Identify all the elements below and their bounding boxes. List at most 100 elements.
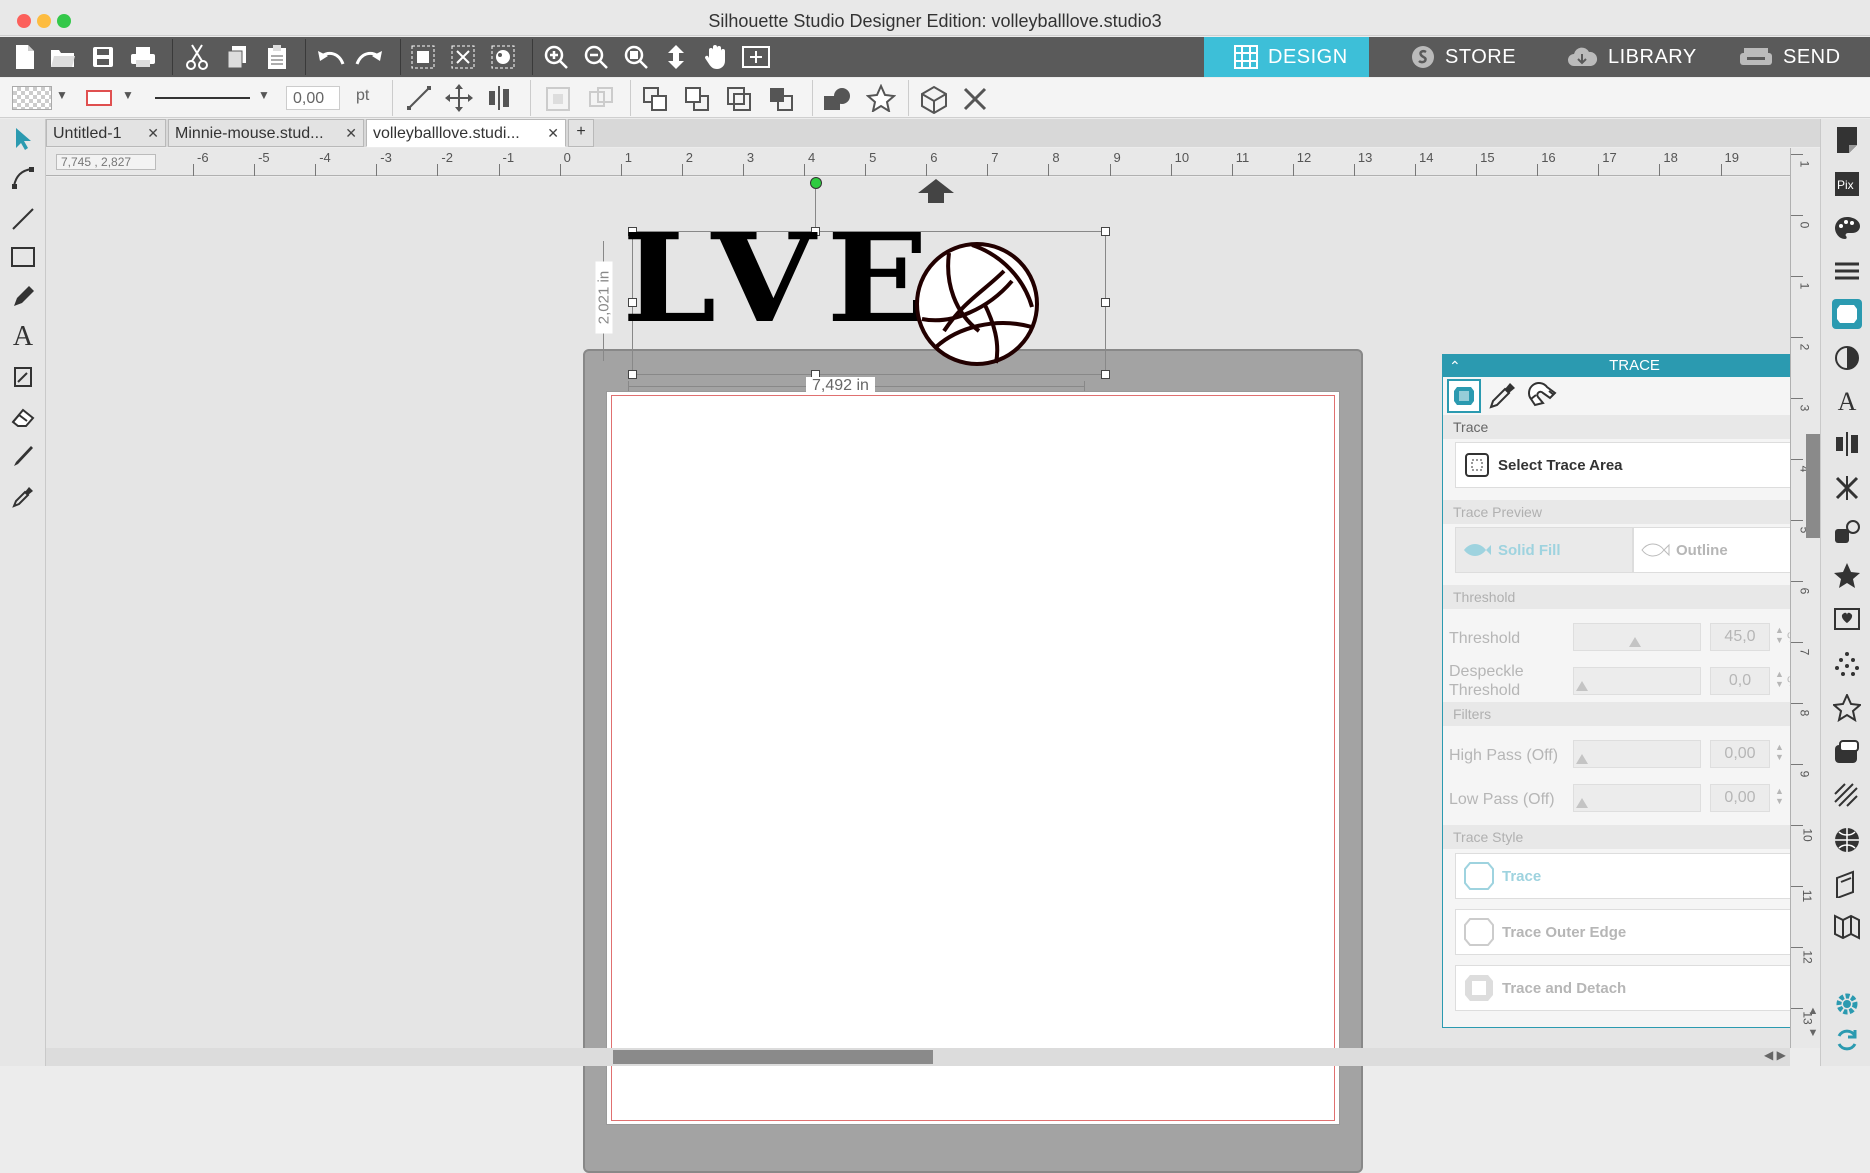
bring-to-front-icon[interactable] (642, 86, 670, 117)
edit-points-icon[interactable] (9, 163, 37, 191)
line-width-input[interactable]: 0,00 (286, 86, 340, 110)
line-tool-icon[interactable] (405, 84, 433, 117)
group-icon[interactable] (408, 42, 438, 72)
replicate-panel-icon[interactable] (1832, 517, 1862, 547)
tab-send[interactable]: SEND (1704, 37, 1870, 77)
send-to-back-icon[interactable] (684, 86, 712, 117)
text-icon[interactable]: A (9, 321, 37, 352)
trace-tab-icon[interactable] (1447, 379, 1481, 413)
bring-forward-icon[interactable] (726, 86, 754, 117)
low-pass-slider[interactable] (1573, 784, 1701, 812)
open-folder-icon[interactable] (48, 42, 78, 72)
zoom-out-icon[interactable] (581, 42, 611, 72)
eyedropper-tab-icon[interactable] (1487, 381, 1517, 416)
pixscan-icon[interactable]: Pix (1832, 169, 1862, 199)
close-tab-icon[interactable]: ✕ (547, 125, 559, 142)
tab-design[interactable]: DESIGN (1204, 37, 1369, 77)
copy-icon[interactable] (222, 42, 252, 72)
volleyball-image[interactable] (914, 241, 1040, 372)
library-book-icon[interactable] (1832, 869, 1862, 899)
collapse-icon[interactable]: ⌃ (1449, 355, 1461, 377)
knife-icon[interactable] (9, 443, 37, 471)
eraser-icon[interactable] (9, 403, 37, 431)
horizontal-scrollbar-thumb[interactable] (613, 1050, 933, 1064)
threshold-slider[interactable] (1573, 623, 1701, 651)
star-solid-icon[interactable] (1832, 561, 1862, 591)
zoom-selection-icon[interactable] (621, 42, 651, 72)
paste-icon[interactable] (262, 42, 292, 72)
sync-icon[interactable] (1832, 1025, 1862, 1055)
threshold-value[interactable]: 45,0 (1710, 623, 1770, 651)
fit-to-page-icon[interactable] (661, 42, 691, 72)
select-trace-area-button[interactable]: Select Trace Area (1455, 442, 1812, 488)
sketch-icon[interactable] (9, 363, 37, 391)
undo-icon[interactable] (316, 42, 346, 72)
line-color-swatch[interactable] (86, 90, 112, 106)
high-pass-value[interactable]: 0,00 (1710, 740, 1770, 768)
despeckle-stepper[interactable]: ▲ ▼ (1775, 669, 1784, 689)
fill-dropdown-icon[interactable]: ▼ (56, 88, 68, 102)
move-icon[interactable] (445, 84, 473, 117)
vertical-scroll-arrows[interactable]: ▲ ▼ (1806, 1000, 1820, 1048)
magnet-icon[interactable] (1527, 381, 1559, 416)
trace-and-detach-button[interactable]: Trace and Detach (1455, 965, 1812, 1011)
trace-button[interactable]: Trace (1455, 853, 1812, 899)
weld-icon[interactable] (1832, 605, 1862, 635)
design-text[interactable]: LVE (622, 217, 940, 339)
despeckle-value[interactable]: 0,0 (1710, 667, 1770, 695)
design-canvas[interactable]: LVE 7,492 in 2,021 in TRACE ⌃ ✕ Trace Se… (46, 177, 1827, 1173)
tab-minnie-mouse[interactable]: Minnie-mouse.stud... ✕ (168, 119, 364, 147)
vertical-scrollbar-thumb[interactable] (1806, 434, 1820, 538)
print-icon[interactable] (128, 42, 158, 72)
globe-icon[interactable] (1832, 825, 1862, 855)
rotate-handle[interactable] (810, 177, 822, 189)
align-icon[interactable] (485, 84, 513, 117)
cut-icon[interactable] (182, 42, 212, 72)
redo-icon[interactable] (354, 42, 384, 72)
low-pass-value[interactable]: 0,00 (1710, 784, 1770, 812)
rectangle-icon[interactable] (9, 243, 37, 271)
close-tab-icon[interactable]: ✕ (345, 125, 357, 142)
sketch-lines-icon[interactable] (1832, 781, 1862, 811)
horizontal-scrollbar[interactable]: ◀ ▶ (46, 1048, 1790, 1066)
resize-handle[interactable] (628, 370, 637, 379)
delete-icon[interactable] (962, 86, 988, 117)
pan-hand-icon[interactable] (701, 42, 731, 72)
tab-library[interactable]: LIBRARY (1524, 37, 1704, 77)
despeckle-slider[interactable] (1573, 667, 1701, 695)
line-style-preview[interactable] (155, 97, 250, 99)
fill-palette-icon[interactable] (1832, 213, 1862, 243)
new-tab-button[interactable]: + (568, 119, 594, 147)
solid-fill-option[interactable]: Solid Fill (1455, 527, 1633, 573)
outline-option[interactable]: Outline (1633, 527, 1812, 573)
trace-outer-edge-button[interactable]: Trace Outer Edge (1455, 909, 1812, 955)
star-outline-icon[interactable] (1832, 693, 1862, 723)
resize-handle[interactable] (1101, 227, 1110, 236)
line-color-dropdown-icon[interactable]: ▼ (122, 88, 134, 102)
high-pass-stepper[interactable]: ▲ ▼ (1775, 742, 1784, 762)
sparkle-dots-icon[interactable] (1832, 649, 1862, 679)
zoom-in-icon[interactable] (541, 42, 571, 72)
ungroup-icon[interactable] (448, 42, 478, 72)
send-backward-icon[interactable] (768, 86, 796, 117)
add-page-icon[interactable] (741, 42, 771, 72)
text-style-icon[interactable]: A (1832, 387, 1862, 417)
settings-gear-icon[interactable] (1832, 989, 1862, 1019)
low-pass-stepper[interactable]: ▲ ▼ (1775, 786, 1784, 806)
tab-store[interactable]: STORE (1369, 37, 1524, 77)
transform-icon[interactable] (1832, 473, 1862, 503)
line-style-icon[interactable] (1832, 257, 1862, 287)
select-pointer-icon[interactable] (9, 125, 37, 153)
save-icon[interactable] (88, 42, 118, 72)
align-panel-icon[interactable] (1832, 429, 1862, 459)
tab-untitled-1[interactable]: Untitled-1 ✕ (46, 119, 166, 147)
high-pass-slider[interactable] (1573, 740, 1701, 768)
tab-volleyballlove[interactable]: volleyballlove.studi... ✕ (366, 119, 566, 147)
resize-handle[interactable] (1101, 298, 1110, 307)
resize-handle[interactable] (1101, 370, 1110, 379)
trace-panel-icon[interactable] (1832, 299, 1862, 329)
threshold-stepper[interactable]: ▲ ▼ (1775, 625, 1784, 645)
close-tab-icon[interactable]: ✕ (147, 125, 159, 142)
line-draw-icon[interactable] (9, 205, 37, 233)
favorites-star-icon[interactable] (865, 83, 897, 117)
